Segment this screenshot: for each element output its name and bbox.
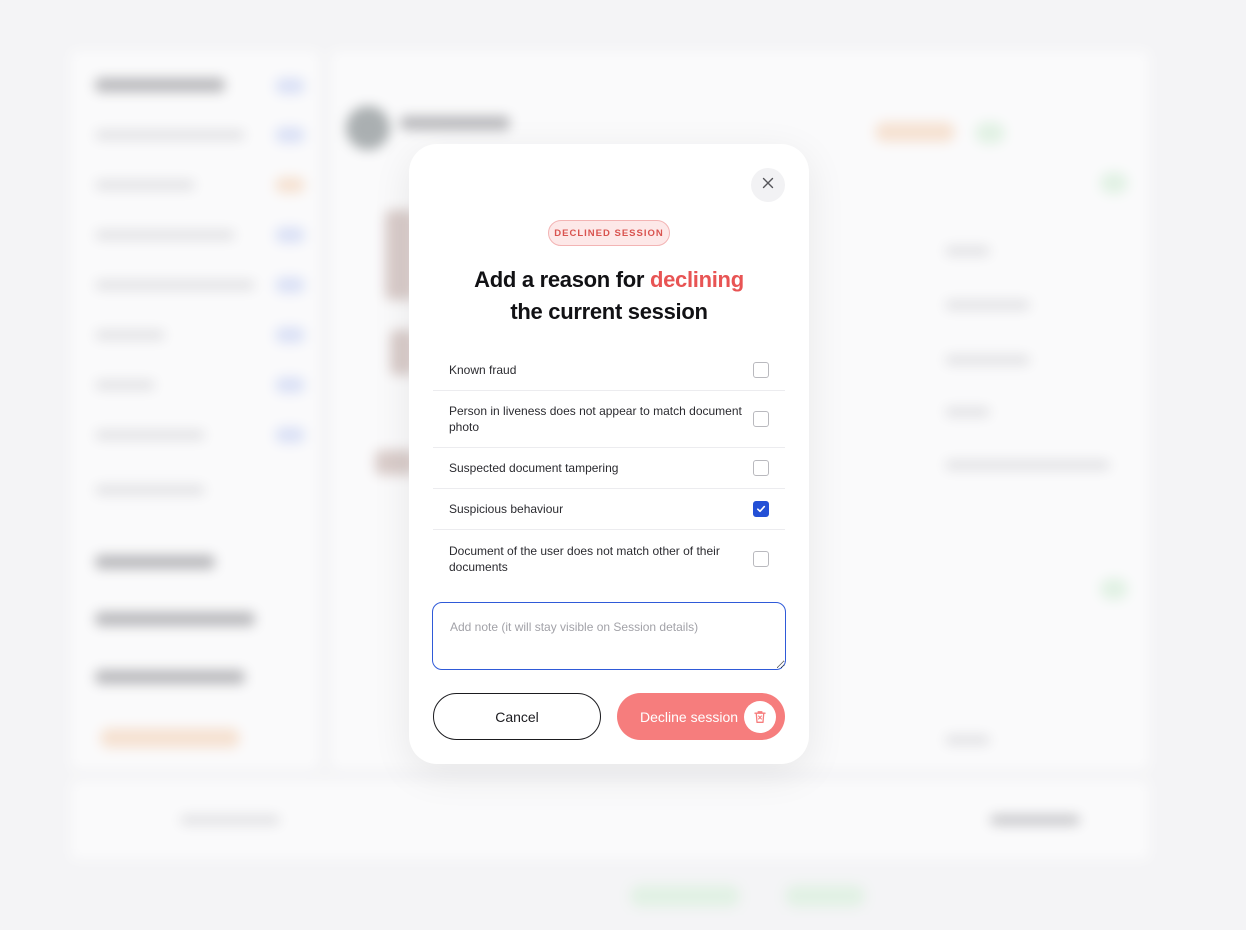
reason-checkbox[interactable] [753,460,769,476]
trash-icon [744,701,776,733]
title-accent: declining [649,267,744,292]
cancel-button[interactable]: Cancel [433,693,601,740]
reason-checkbox[interactable] [753,362,769,378]
reason-label: Person in liveness does not appear to ma… [449,404,742,434]
decline-session-button[interactable]: Decline session [617,693,785,740]
decline-label: Decline session [640,708,739,725]
decline-session-modal: DECLINED SESSION Add a reason for declin… [409,144,809,764]
reason-label: Known fraud [449,363,517,377]
reason-item-document-tampering[interactable]: Suspected document tampering [433,448,785,489]
reason-label: Suspicious behaviour [449,502,564,516]
reason-checkbox-checked[interactable] [753,501,769,517]
title-part-2: the current session [510,299,708,324]
check-icon [757,505,766,513]
reason-label: Document of the user does not match othe… [449,543,720,574]
reason-item-suspicious-behaviour[interactable]: Suspicious behaviour [433,489,785,530]
status-badge: DECLINED SESSION [548,220,670,246]
modal-title: Add a reason for declining the current s… [409,264,809,328]
close-button[interactable] [751,168,785,202]
reason-list: Known fraud Person in liveness does not … [433,350,785,587]
reason-item-known-fraud[interactable]: Known fraud [433,350,785,391]
close-icon [762,176,774,194]
reason-label: Suspected document tampering [449,461,619,475]
title-part-1: Add a reason for [474,267,645,292]
reason-item-liveness-mismatch[interactable]: Person in liveness does not appear to ma… [433,391,785,448]
reason-checkbox[interactable] [753,411,769,427]
reason-checkbox[interactable] [753,550,769,567]
note-textarea[interactable] [432,602,786,670]
cancel-label: Cancel [495,708,539,725]
reason-item-document-mismatch[interactable]: Document of the user does not match othe… [433,530,785,587]
